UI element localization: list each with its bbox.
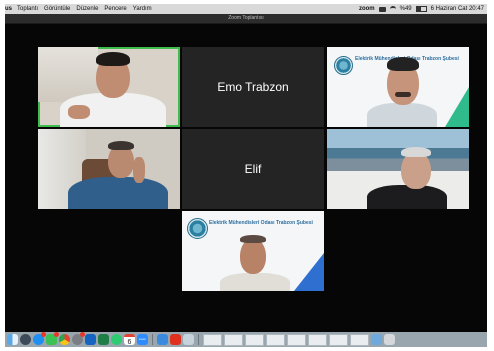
participant-video — [182, 211, 324, 291]
screen: us Toplantı Görüntüle Düzenle Pencere Ya… — [5, 4, 487, 347]
menu-item-toplanti[interactable]: Toplantı — [17, 6, 38, 12]
calendar-icon[interactable]: 6 — [124, 334, 135, 346]
dock: 6 zoom — [5, 332, 487, 347]
participant-tile-5[interactable]: Elif — [182, 129, 324, 209]
minimized-window-thumbnail[interactable] — [350, 333, 369, 346]
app-store-icon[interactable] — [33, 332, 46, 345]
finder-icon[interactable] — [7, 334, 18, 345]
preview-icon[interactable] — [183, 334, 194, 345]
status-area: zoom %49 6 Haziran Cat 20:47 — [359, 4, 484, 14]
acrobat-icon[interactable] — [170, 334, 181, 345]
calendar-day: 6 — [127, 339, 132, 346]
dock-separator — [152, 334, 153, 345]
participant-video — [38, 129, 180, 209]
menu-item-yardim[interactable]: Yardım — [133, 6, 152, 12]
dock-separator — [198, 334, 199, 345]
system-preferences-icon[interactable] — [72, 332, 85, 345]
chrome-icon[interactable] — [59, 334, 70, 345]
trash-icon[interactable] — [384, 334, 395, 345]
screen-share-icon[interactable] — [378, 6, 386, 12]
participant-video — [327, 129, 469, 209]
minimized-window-thumbnail[interactable] — [203, 333, 222, 346]
window-title: Zoom Toplantısı — [5, 14, 487, 24]
zoom-label: zoom — [138, 337, 147, 341]
participant-name: Emo Trabzon — [217, 80, 289, 94]
minimized-window-thumbnail[interactable] — [308, 333, 327, 346]
menu-item-duzenle[interactable]: Düzenle — [76, 6, 98, 12]
zoom-icon[interactable]: zoom — [137, 334, 148, 345]
menu-bar: us Toplantı Görüntüle Düzenle Pencere Ya… — [5, 4, 487, 14]
wifi-icon[interactable] — [389, 5, 396, 13]
participant-name: Elif — [244, 162, 262, 176]
downloads-icon[interactable] — [371, 334, 382, 345]
participant-tile-3[interactable]: Elektrik Mühendisleri Odası Trabzon Şube… — [327, 47, 469, 127]
messages-icon[interactable] — [46, 332, 59, 345]
menu-item-goruntule[interactable]: Görüntüle — [44, 6, 70, 12]
participant-tile-4[interactable] — [38, 129, 180, 209]
battery-percent: %49 — [399, 6, 412, 12]
clock[interactable]: 6 Haziran Cat 20:47 — [431, 6, 484, 12]
minimized-window-thumbnail[interactable] — [245, 333, 264, 346]
participant-tile-7[interactable]: Elektrik Mühendisleri Odası Trabzon Şube… — [182, 211, 324, 291]
minimized-window-thumbnail[interactable] — [266, 333, 285, 346]
excel-icon[interactable] — [98, 334, 109, 345]
participant-tile-2[interactable]: Emo Trabzon — [182, 47, 324, 127]
minimized-window-thumbnail[interactable] — [224, 333, 243, 346]
participant-tile-6[interactable] — [327, 129, 469, 209]
minimized-window-thumbnail[interactable] — [329, 333, 348, 346]
notification-badge — [54, 332, 59, 337]
participant-tile-1[interactable] — [38, 47, 180, 127]
app-menu[interactable]: us — [5, 6, 12, 12]
whatsapp-icon[interactable] — [111, 334, 122, 345]
battery-icon[interactable] — [415, 6, 427, 12]
outlook-icon[interactable] — [85, 334, 96, 345]
participant-video — [38, 47, 180, 127]
minimized-window-thumbnail[interactable] — [287, 333, 306, 346]
launchpad-icon[interactable] — [20, 334, 31, 345]
participant-video — [327, 47, 469, 127]
menu-item-pencere[interactable]: Pencere — [104, 6, 126, 12]
keynote-icon[interactable] — [157, 334, 168, 345]
zoom-status-icon[interactable]: zoom — [359, 6, 375, 12]
